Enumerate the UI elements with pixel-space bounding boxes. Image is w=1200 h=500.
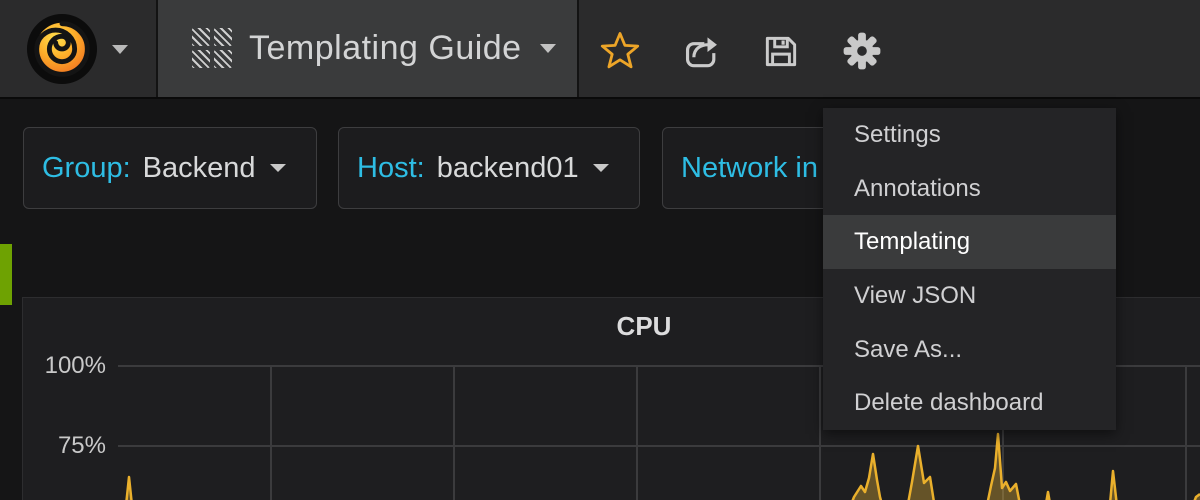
grafana-logo-icon xyxy=(26,13,98,85)
save-icon xyxy=(760,30,802,72)
star-button[interactable] xyxy=(599,30,641,72)
gear-icon xyxy=(841,30,883,72)
share-icon xyxy=(676,30,718,72)
settings-button[interactable] xyxy=(841,30,883,72)
variable-label: Host: xyxy=(357,152,425,185)
logo-dropdown-caret-icon[interactable] xyxy=(112,45,128,54)
menu-item-save-as---[interactable]: Save As... xyxy=(823,323,1116,377)
dashboard-grid-icon xyxy=(192,28,233,69)
grafana-logo[interactable] xyxy=(26,13,98,85)
menu-item-templating[interactable]: Templating xyxy=(823,215,1116,269)
title-dropdown-caret-icon xyxy=(540,44,556,53)
save-button[interactable] xyxy=(760,30,802,72)
top-navbar: Templating Guide xyxy=(0,0,1200,99)
series-fill xyxy=(117,434,1200,500)
menu-item-annotations[interactable]: Annotations xyxy=(823,162,1116,216)
variable-value: backend01 xyxy=(437,152,579,185)
menu-item-settings[interactable]: Settings xyxy=(823,108,1116,162)
series-line xyxy=(117,434,1200,500)
variable-caret-icon xyxy=(593,164,609,172)
star-icon xyxy=(599,30,641,72)
variable-chip-host[interactable]: Host: backend01 xyxy=(338,127,640,209)
dashboard-settings-menu: SettingsAnnotationsTemplatingView JSONSa… xyxy=(823,108,1116,430)
dashboard-title: Templating Guide xyxy=(249,29,522,68)
dashboard-title-dropdown[interactable]: Templating Guide xyxy=(158,0,577,97)
menu-item-view-json[interactable]: View JSON xyxy=(823,269,1116,323)
navbar-divider xyxy=(577,0,579,97)
variable-label: Network in xyxy=(681,152,818,185)
variable-caret-icon xyxy=(270,164,286,172)
row-drag-handle[interactable] xyxy=(0,244,12,305)
variable-chip-group[interactable]: Group: Backend xyxy=(23,127,317,209)
share-button[interactable] xyxy=(676,30,718,72)
variable-value: Backend xyxy=(143,152,256,185)
menu-item-delete-dashboard[interactable]: Delete dashboard xyxy=(823,376,1116,430)
variable-label: Group: xyxy=(42,152,131,185)
